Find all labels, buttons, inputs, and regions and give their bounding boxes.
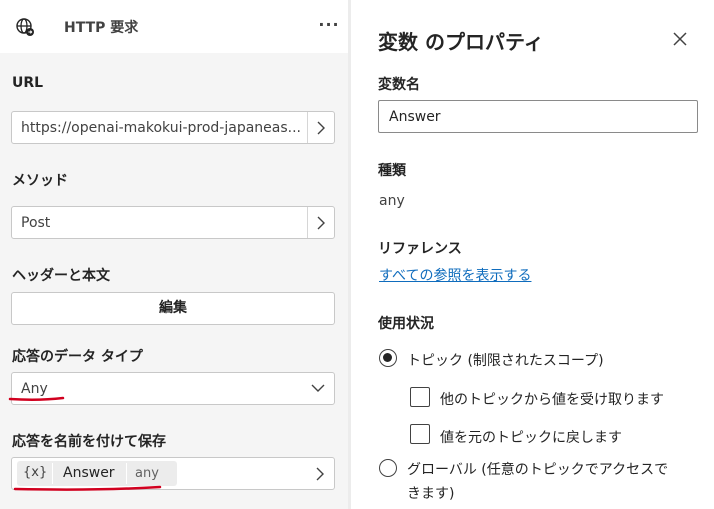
variable-name-label: 変数名	[378, 77, 420, 93]
reference-label: リファレンス	[378, 241, 462, 257]
method-value: Post	[21, 215, 51, 231]
scope-global-label-line1: グローバル (任意のトピックでアクセスで	[407, 462, 669, 478]
variable-pill[interactable]: {x} Answer any	[17, 461, 177, 486]
divider	[52, 463, 53, 484]
scope-topic-label: トピック (制限されたスコープ)	[407, 353, 604, 369]
close-icon[interactable]	[671, 30, 689, 48]
globe-icon	[13, 15, 37, 39]
annotation-underline	[8, 396, 65, 401]
panel-divider	[348, 0, 351, 509]
more-options-button[interactable]: ···	[316, 14, 342, 38]
chevron-right-icon	[316, 467, 324, 481]
chevron-right-icon	[317, 121, 325, 135]
node-header: HTTP 要求 ···	[0, 0, 348, 53]
http-request-node-panel: HTTP 要求 ··· URL https://openai-makokui-p…	[0, 0, 348, 509]
method-field[interactable]: Post	[11, 206, 335, 239]
response-type-label: 応答のデータ タイプ	[12, 349, 143, 365]
url-field[interactable]: https://openai-makokui-prod-japaneas...	[11, 111, 335, 144]
chevron-right-icon	[317, 216, 325, 230]
receive-from-topics-checkbox[interactable]	[410, 387, 430, 407]
usage-label: 使用状況	[378, 316, 434, 332]
return-to-topic-checkbox[interactable]	[410, 424, 430, 444]
url-label: URL	[12, 75, 44, 91]
panel-title: 変数 のプロパティ	[378, 30, 544, 54]
return-to-topic-label: 値を元のトピックに戻します	[440, 430, 622, 446]
scope-topic-radio[interactable]	[379, 349, 397, 367]
type-value: any	[379, 193, 405, 209]
variable-name-input[interactable]	[378, 100, 698, 133]
chevron-down-icon	[311, 384, 325, 392]
method-expand-button[interactable]	[307, 207, 334, 238]
save-response-label: 応答を名前を付けて保存	[12, 434, 166, 450]
variable-name: Answer	[63, 465, 115, 481]
scope-global-label-line2: きます)	[407, 486, 455, 502]
method-label: メソッド	[12, 173, 68, 189]
variable-type: any	[135, 466, 159, 481]
headers-body-label: ヘッダーと本文	[12, 268, 110, 284]
node-title: HTTP 要求	[64, 20, 139, 36]
scope-global-radio[interactable]	[379, 459, 397, 477]
receive-from-topics-label: 他のトピックから値を受け取ります	[440, 392, 664, 408]
edit-button[interactable]: 編集	[11, 292, 335, 325]
view-all-references-link[interactable]: すべての参照を表示する	[379, 265, 531, 285]
annotation-underline	[13, 485, 162, 491]
variable-icon: {x}	[23, 465, 48, 480]
type-label: 種類	[378, 163, 406, 179]
url-expand-button[interactable]	[307, 112, 334, 143]
url-value: https://openai-makokui-prod-japaneas...	[21, 120, 302, 136]
divider	[126, 463, 127, 484]
